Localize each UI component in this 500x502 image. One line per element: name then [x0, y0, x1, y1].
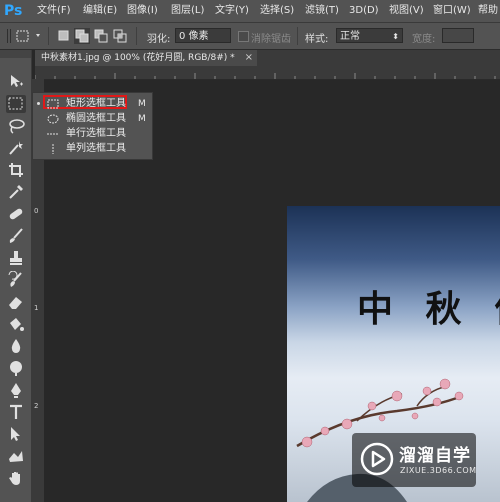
paint-bucket-tool-icon[interactable]	[6, 315, 26, 333]
tool-preset-picker[interactable]	[14, 28, 44, 44]
menu-window[interactable]: 窗口(W)	[433, 4, 471, 18]
flyout-item-rect-marquee[interactable]: 矩形选框工具 M	[33, 95, 152, 112]
menu-filter[interactable]: 滤镜(T)	[305, 4, 339, 18]
type-tool-icon[interactable]	[6, 403, 26, 421]
style-select[interactable]: 正常 ⬍	[336, 28, 403, 43]
separator	[48, 27, 49, 45]
flyout-item-shortcut: M	[138, 99, 146, 109]
feather-label: 羽化:	[147, 34, 171, 45]
document-tab-bar: 中秋素材1.jpg @ 100% (花好月圆, RGB/8#) * ×	[35, 50, 500, 66]
quick-select-tool-icon[interactable]	[6, 139, 26, 157]
flyout-item-shortcut: M	[138, 114, 146, 124]
play-logo-icon	[360, 442, 394, 476]
antialias-label: 消除锯齿	[251, 34, 291, 45]
marquee-tool-icon[interactable]	[6, 95, 26, 113]
rect-marquee-icon	[47, 99, 59, 109]
flyout-item-single-row-marquee[interactable]: 单行选框工具	[33, 126, 152, 142]
menu-help[interactable]: 帮助	[478, 4, 498, 18]
flyout-item-ellipse-marquee[interactable]: 椭圆选框工具 M	[33, 111, 152, 127]
lasso-tool-icon[interactable]	[6, 117, 26, 135]
options-bar: 羽化: 0 像素 消除锯齿 样式: 正常 ⬍ 宽度:	[0, 23, 500, 50]
path-selection-tool-icon[interactable]	[6, 425, 26, 443]
move-tool-icon[interactable]	[6, 72, 26, 90]
menu-view[interactable]: 视图(V)	[389, 4, 424, 18]
app-logo[interactable]: Ps	[4, 2, 26, 20]
menu-file[interactable]: 文件(F)	[37, 4, 71, 18]
flyout-item-label: 单列选框工具	[66, 143, 126, 154]
crop-tool-icon[interactable]	[6, 161, 26, 179]
menu-layer[interactable]: 图层(L)	[171, 4, 204, 18]
add-to-selection-icon[interactable]	[74, 28, 90, 44]
width-input[interactable]	[442, 28, 474, 43]
style-label: 样式:	[305, 34, 329, 45]
selected-indicator	[37, 102, 40, 105]
ruler-number: 1	[34, 304, 39, 312]
eyedropper-tool-icon[interactable]	[6, 183, 26, 201]
flyout-item-label: 单行选框工具	[66, 128, 126, 139]
watermark-title: 溜溜自学	[399, 446, 471, 466]
dodge-tool-icon[interactable]	[6, 359, 26, 377]
feather-input[interactable]: 0 像素	[175, 28, 231, 43]
menu-edit[interactable]: 编辑(E)	[83, 4, 117, 18]
clone-stamp-tool-icon[interactable]	[6, 249, 26, 267]
flyout-item-label: 椭圆选框工具	[66, 113, 126, 124]
watermark-url: ZIXUE.3D66.COM	[400, 466, 477, 475]
document-tab-title: 中秋素材1.jpg @ 100% (花好月圆, RGB/8#) *	[41, 53, 235, 63]
menu-3d[interactable]: 3D(D)	[349, 4, 379, 18]
toolbox-header[interactable]	[0, 50, 31, 58]
antialias-checkbox[interactable]	[238, 31, 249, 42]
marquee-tool-flyout: 矩形选框工具 M 椭圆选框工具 M 单行选框工具 单列选框工具	[32, 92, 153, 160]
grip-icon	[4, 27, 14, 45]
horizontal-ruler	[34, 66, 500, 80]
history-brush-tool-icon[interactable]	[6, 271, 26, 289]
ruler-number: 0	[34, 207, 39, 215]
intersect-selection-icon[interactable]	[112, 28, 128, 44]
single-column-marquee-icon	[52, 144, 54, 154]
close-icon[interactable]: ×	[245, 50, 253, 66]
flyout-item-label: 矩形选框工具	[66, 98, 126, 109]
pen-tool-icon[interactable]	[6, 381, 26, 399]
toolbox	[0, 50, 32, 502]
menu-bar: Ps 文件(F) 编辑(E) 图像(I) 图层(L) 文字(Y) 选择(S) 滤…	[0, 0, 500, 23]
separator	[136, 27, 137, 45]
style-select-value: 正常	[340, 31, 360, 42]
ruler-ticks	[34, 73, 496, 79]
flyout-item-single-column-marquee[interactable]: 单列选框工具	[33, 141, 152, 157]
chevron-updown-icon: ⬍	[392, 32, 399, 41]
separator	[297, 27, 298, 45]
menu-type[interactable]: 文字(Y)	[215, 4, 249, 18]
new-selection-icon[interactable]	[56, 28, 72, 44]
subtract-from-selection-icon[interactable]	[93, 28, 109, 44]
document-tab[interactable]: 中秋素材1.jpg @ 100% (花好月圆, RGB/8#) * ×	[35, 50, 257, 66]
single-row-marquee-icon	[47, 133, 59, 135]
brush-tool-icon[interactable]	[6, 227, 26, 245]
blur-tool-icon[interactable]	[6, 337, 26, 355]
menu-image[interactable]: 图像(I)	[127, 4, 158, 18]
ellipse-marquee-icon	[47, 114, 59, 124]
width-label: 宽度:	[412, 34, 436, 45]
watermark: 溜溜自学 ZIXUE.3D66.COM	[352, 433, 476, 487]
healing-brush-tool-icon[interactable]	[6, 205, 26, 223]
hand-tool-icon[interactable]	[6, 469, 26, 487]
ruler-number: 2	[34, 402, 39, 410]
eraser-tool-icon[interactable]	[6, 293, 26, 311]
menu-select[interactable]: 选择(S)	[260, 4, 294, 18]
shape-tool-icon[interactable]	[6, 447, 26, 465]
